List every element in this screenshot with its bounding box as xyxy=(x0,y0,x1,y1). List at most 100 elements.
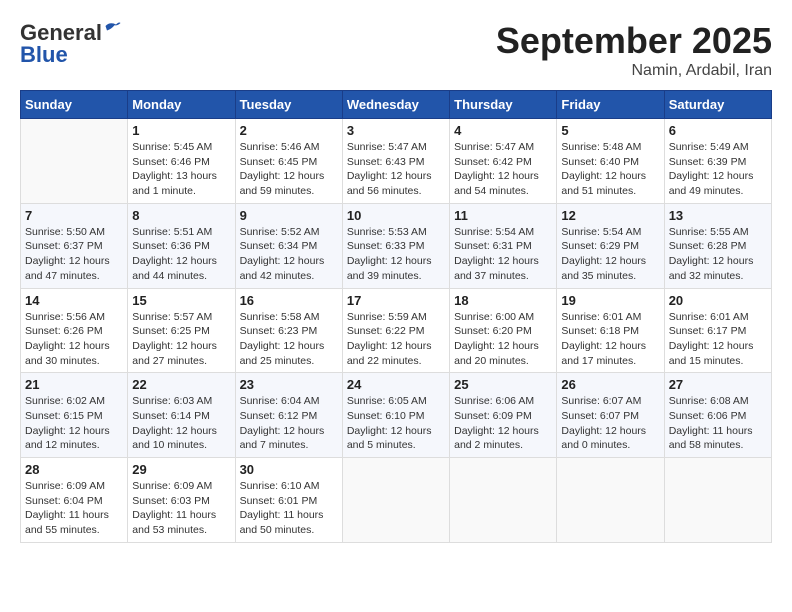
calendar-cell: 19 Sunrise: 6:01 AMSunset: 6:18 PMDayligh… xyxy=(557,288,664,373)
day-number: 7 xyxy=(25,208,123,223)
day-header-sunday: Sunday xyxy=(21,91,128,119)
day-info: Sunrise: 5:47 AMSunset: 6:42 PMDaylight:… xyxy=(454,140,552,199)
day-number: 17 xyxy=(347,293,445,308)
day-info: Sunrise: 6:05 AMSunset: 6:10 PMDaylight:… xyxy=(347,394,445,453)
calendar-cell: 16 Sunrise: 5:58 AMSunset: 6:23 PMDayligh… xyxy=(235,288,342,373)
location: Namin, Ardabil, Iran xyxy=(496,62,772,80)
day-number: 6 xyxy=(669,123,767,138)
day-info: Sunrise: 5:53 AMSunset: 6:33 PMDaylight:… xyxy=(347,225,445,284)
calendar-cell: 5 Sunrise: 5:48 AMSunset: 6:40 PMDaylight… xyxy=(557,119,664,204)
day-info: Sunrise: 6:09 AMSunset: 6:03 PMDaylight:… xyxy=(132,479,230,538)
calendar-cell: 21 Sunrise: 6:02 AMSunset: 6:15 PMDayligh… xyxy=(21,373,128,458)
calendar-cell: 25 Sunrise: 6:06 AMSunset: 6:09 PMDayligh… xyxy=(450,373,557,458)
day-number: 18 xyxy=(454,293,552,308)
calendar-cell: 7 Sunrise: 5:50 AMSunset: 6:37 PMDaylight… xyxy=(21,203,128,288)
calendar-cell: 2 Sunrise: 5:46 AMSunset: 6:45 PMDaylight… xyxy=(235,119,342,204)
day-number: 11 xyxy=(454,208,552,223)
day-number: 10 xyxy=(347,208,445,223)
week-row-5: 28Sunrise: 6:09 AMSunset: 6:04 PMDayligh… xyxy=(21,458,772,543)
day-number: 20 xyxy=(669,293,767,308)
calendar-cell xyxy=(664,458,771,543)
calendar-cell: 29 Sunrise: 6:09 AMSunset: 6:03 PMDayligh… xyxy=(128,458,235,543)
calendar-cell: 27Sunrise: 6:08 AMSunset: 6:06 PMDayligh… xyxy=(664,373,771,458)
day-number: 19 xyxy=(561,293,659,308)
day-number: 16 xyxy=(240,293,338,308)
day-header-thursday: Thursday xyxy=(450,91,557,119)
calendar-cell xyxy=(342,458,449,543)
day-info: Sunrise: 5:55 AMSunset: 6:28 PMDaylight:… xyxy=(669,225,767,284)
day-info: Sunrise: 6:02 AMSunset: 6:15 PMDaylight:… xyxy=(25,394,123,453)
day-info: Sunrise: 5:57 AMSunset: 6:25 PMDaylight:… xyxy=(132,310,230,369)
day-info: Sunrise: 6:01 AMSunset: 6:18 PMDaylight:… xyxy=(561,310,659,369)
days-header-row: SundayMondayTuesdayWednesdayThursdayFrid… xyxy=(21,91,772,119)
day-header-saturday: Saturday xyxy=(664,91,771,119)
day-info: Sunrise: 5:51 AMSunset: 6:36 PMDaylight:… xyxy=(132,225,230,284)
day-header-friday: Friday xyxy=(557,91,664,119)
day-info: Sunrise: 5:50 AMSunset: 6:37 PMDaylight:… xyxy=(25,225,123,284)
day-number: 26 xyxy=(561,377,659,392)
week-row-2: 7 Sunrise: 5:50 AMSunset: 6:37 PMDaylight… xyxy=(21,203,772,288)
day-info: Sunrise: 5:58 AMSunset: 6:23 PMDaylight:… xyxy=(240,310,338,369)
day-info: Sunrise: 5:46 AMSunset: 6:45 PMDaylight:… xyxy=(240,140,338,199)
calendar-cell: 4 Sunrise: 5:47 AMSunset: 6:42 PMDaylight… xyxy=(450,119,557,204)
day-number: 12 xyxy=(561,208,659,223)
day-info: Sunrise: 6:06 AMSunset: 6:09 PMDaylight:… xyxy=(454,394,552,453)
calendar-cell: 10 Sunrise: 5:53 AMSunset: 6:33 PMDayligh… xyxy=(342,203,449,288)
calendar-cell: 20 Sunrise: 6:01 AMSunset: 6:17 PMDayligh… xyxy=(664,288,771,373)
week-row-4: 21 Sunrise: 6:02 AMSunset: 6:15 PMDayligh… xyxy=(21,373,772,458)
calendar-cell: 18 Sunrise: 6:00 AMSunset: 6:20 PMDayligh… xyxy=(450,288,557,373)
day-number: 29 xyxy=(132,462,230,477)
calendar-cell: 3Sunrise: 5:47 AMSunset: 6:43 PMDaylight… xyxy=(342,119,449,204)
week-row-1: 1 Sunrise: 5:45 AMSunset: 6:46 PMDaylight… xyxy=(21,119,772,204)
day-number: 15 xyxy=(132,293,230,308)
calendar-cell: 8Sunrise: 5:51 AMSunset: 6:36 PMDaylight… xyxy=(128,203,235,288)
logo-bird-icon xyxy=(104,20,122,38)
day-number: 4 xyxy=(454,123,552,138)
calendar-cell xyxy=(450,458,557,543)
calendar-cell: 9Sunrise: 5:52 AMSunset: 6:34 PMDaylight… xyxy=(235,203,342,288)
day-info: Sunrise: 6:00 AMSunset: 6:20 PMDaylight:… xyxy=(454,310,552,369)
calendar-cell: 26 Sunrise: 6:07 AMSunset: 6:07 PMDayligh… xyxy=(557,373,664,458)
calendar-cell: 14 Sunrise: 5:56 AMSunset: 6:26 PMDayligh… xyxy=(21,288,128,373)
title-block: September 2025 Namin, Ardabil, Iran xyxy=(496,20,772,80)
day-info: Sunrise: 6:10 AMSunset: 6:01 PMDaylight:… xyxy=(240,479,338,538)
page-header: General Blue September 2025 Namin, Ardab… xyxy=(20,20,772,80)
day-number: 27 xyxy=(669,377,767,392)
day-number: 9 xyxy=(240,208,338,223)
day-number: 2 xyxy=(240,123,338,138)
day-number: 21 xyxy=(25,377,123,392)
day-info: Sunrise: 6:07 AMSunset: 6:07 PMDaylight:… xyxy=(561,394,659,453)
day-number: 25 xyxy=(454,377,552,392)
calendar-cell: 30Sunrise: 6:10 AMSunset: 6:01 PMDayligh… xyxy=(235,458,342,543)
month-title: September 2025 xyxy=(496,20,772,62)
calendar-cell: 17Sunrise: 5:59 AMSunset: 6:22 PMDayligh… xyxy=(342,288,449,373)
day-number: 28 xyxy=(25,462,123,477)
day-info: Sunrise: 5:47 AMSunset: 6:43 PMDaylight:… xyxy=(347,140,445,199)
day-number: 13 xyxy=(669,208,767,223)
calendar-cell xyxy=(21,119,128,204)
day-info: Sunrise: 6:01 AMSunset: 6:17 PMDaylight:… xyxy=(669,310,767,369)
day-number: 1 xyxy=(132,123,230,138)
day-info: Sunrise: 5:45 AMSunset: 6:46 PMDaylight:… xyxy=(132,140,230,199)
day-info: Sunrise: 6:03 AMSunset: 6:14 PMDaylight:… xyxy=(132,394,230,453)
calendar-cell: 24Sunrise: 6:05 AMSunset: 6:10 PMDayligh… xyxy=(342,373,449,458)
calendar-cell: 6Sunrise: 5:49 AMSunset: 6:39 PMDaylight… xyxy=(664,119,771,204)
day-number: 14 xyxy=(25,293,123,308)
calendar-cell: 15 Sunrise: 5:57 AMSunset: 6:25 PMDayligh… xyxy=(128,288,235,373)
calendar-cell: 11 Sunrise: 5:54 AMSunset: 6:31 PMDayligh… xyxy=(450,203,557,288)
calendar-cell: 22 Sunrise: 6:03 AMSunset: 6:14 PMDayligh… xyxy=(128,373,235,458)
calendar-cell: 13 Sunrise: 5:55 AMSunset: 6:28 PMDayligh… xyxy=(664,203,771,288)
day-info: Sunrise: 5:56 AMSunset: 6:26 PMDaylight:… xyxy=(25,310,123,369)
day-number: 22 xyxy=(132,377,230,392)
day-number: 5 xyxy=(561,123,659,138)
day-info: Sunrise: 5:48 AMSunset: 6:40 PMDaylight:… xyxy=(561,140,659,199)
day-info: Sunrise: 6:04 AMSunset: 6:12 PMDaylight:… xyxy=(240,394,338,453)
calendar-table: SundayMondayTuesdayWednesdayThursdayFrid… xyxy=(20,90,772,543)
day-header-tuesday: Tuesday xyxy=(235,91,342,119)
calendar-cell: 12 Sunrise: 5:54 AMSunset: 6:29 PMDayligh… xyxy=(557,203,664,288)
day-info: Sunrise: 5:54 AMSunset: 6:29 PMDaylight:… xyxy=(561,225,659,284)
day-info: Sunrise: 5:54 AMSunset: 6:31 PMDaylight:… xyxy=(454,225,552,284)
day-header-wednesday: Wednesday xyxy=(342,91,449,119)
calendar-cell: 28Sunrise: 6:09 AMSunset: 6:04 PMDayligh… xyxy=(21,458,128,543)
calendar-cell: 23Sunrise: 6:04 AMSunset: 6:12 PMDayligh… xyxy=(235,373,342,458)
